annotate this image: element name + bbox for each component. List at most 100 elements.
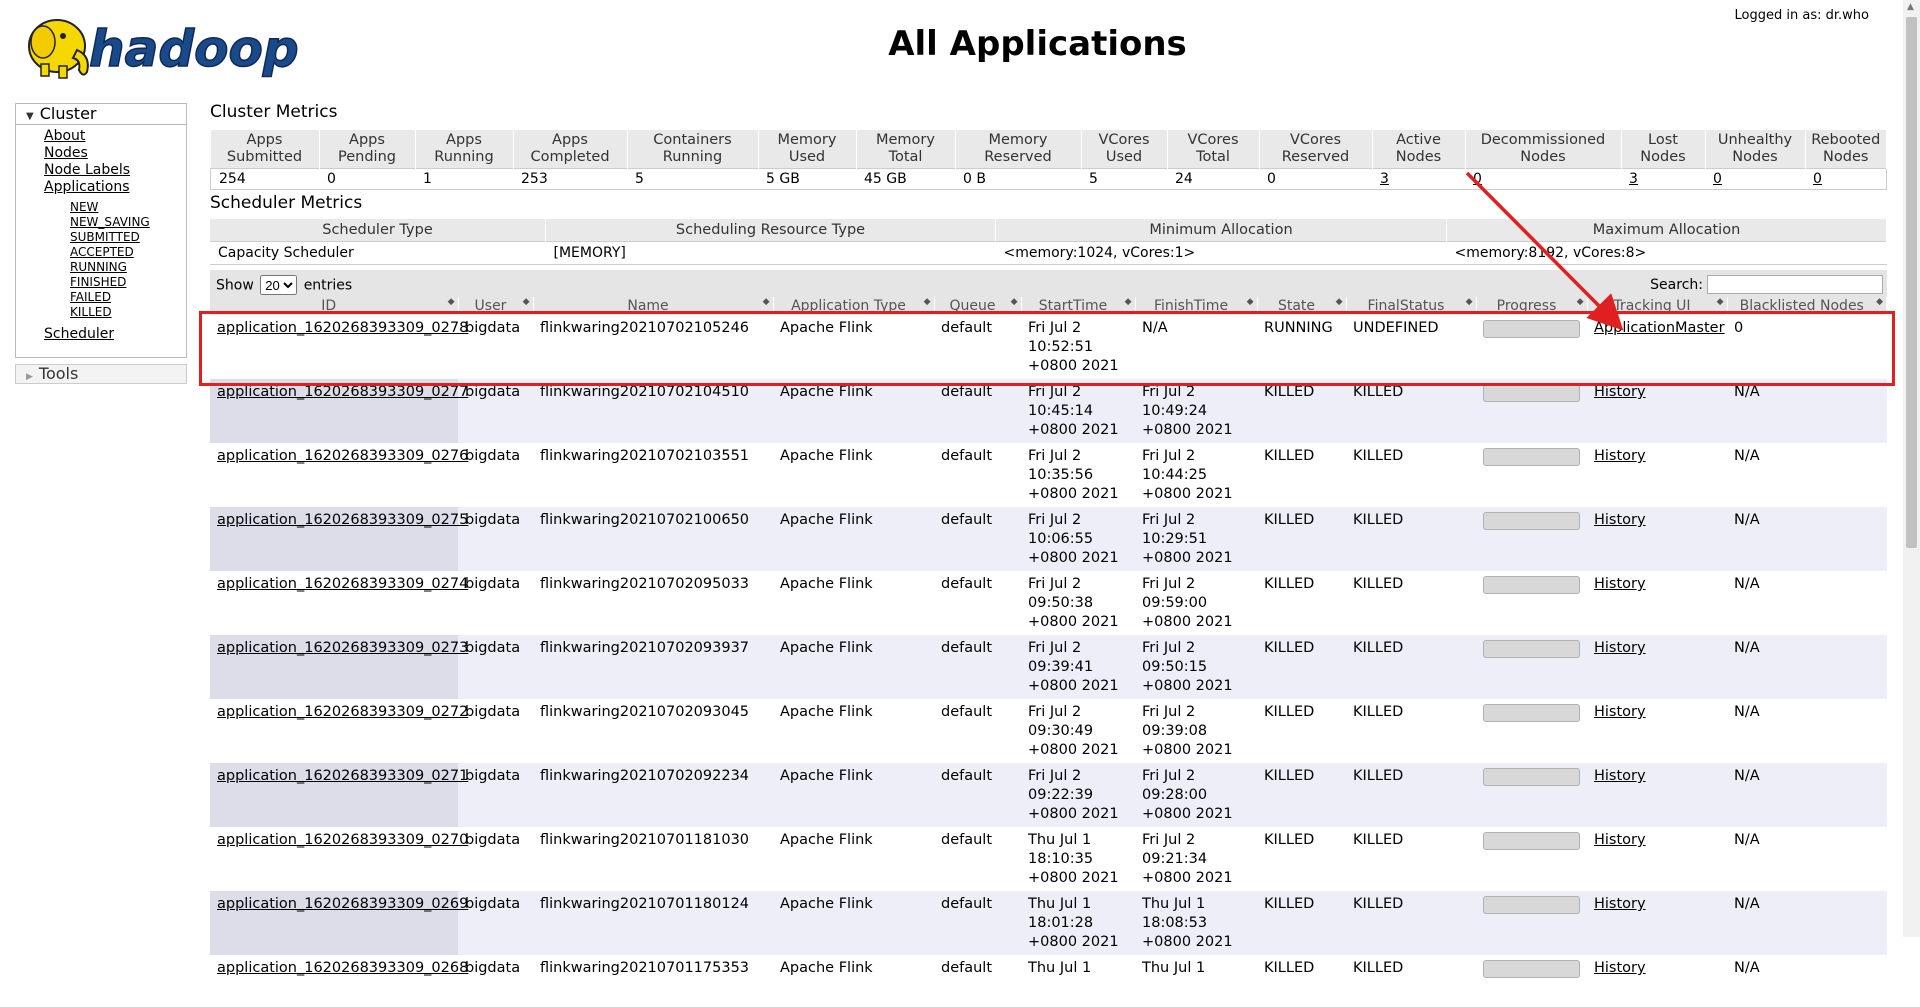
app-id-link[interactable]: application_1620268393309_0272: [217, 704, 468, 720]
tracking-ui-link[interactable]: History: [1594, 640, 1646, 656]
apps-column-header[interactable]: Blacklisted Nodes ◆: [1727, 297, 1887, 315]
app-id-link[interactable]: application_1620268393309_0275: [217, 512, 468, 528]
app-type-cell: Apache Flink: [773, 827, 934, 891]
sort-arrows-icon[interactable]: ◆: [1577, 297, 1584, 307]
nav-nodes-link[interactable]: Nodes: [44, 145, 88, 161]
page-scrollbar[interactable]: ▲: [1903, 0, 1920, 937]
progress-bar: [1483, 640, 1580, 658]
sort-arrows-icon[interactable]: ◆: [523, 297, 530, 307]
scroll-thumb[interactable]: [1906, 17, 1917, 548]
cm-header: VCores Reserved: [1259, 130, 1373, 169]
nav-tools-header[interactable]: ▶ Tools: [15, 364, 187, 384]
nav-state-failed[interactable]: FAILED: [70, 290, 111, 304]
column-label: Application Type: [791, 298, 906, 314]
tracking-ui-link[interactable]: History: [1594, 384, 1646, 400]
app-id-link[interactable]: application_1620268393309_0268: [217, 960, 468, 976]
app-queue-cell: default: [934, 379, 1021, 443]
app-id-link[interactable]: application_1620268393309_0269: [217, 896, 468, 912]
scroll-up-icon[interactable]: ▲: [1907, 2, 1914, 12]
unhealthy-nodes-link[interactable]: 0: [1713, 171, 1722, 187]
tracking-ui-link[interactable]: History: [1594, 512, 1646, 528]
apps-column-header[interactable]: User ◆: [458, 297, 534, 315]
nav-about-link[interactable]: About: [44, 128, 85, 144]
rebooted-nodes-link[interactable]: 0: [1813, 171, 1822, 187]
tracking-ui-link[interactable]: History: [1594, 704, 1646, 720]
apps-column-header[interactable]: FinalStatus ◆: [1346, 297, 1477, 315]
app-id-link[interactable]: application_1620268393309_0278: [217, 320, 468, 336]
column-label: ID: [321, 298, 337, 314]
sort-arrows-icon[interactable]: ◆: [1466, 297, 1473, 307]
entries-select[interactable]: 20: [260, 275, 298, 295]
cm-value: 45 GB: [856, 168, 955, 190]
nav-state-submitted[interactable]: SUBMITTED: [70, 230, 140, 244]
app-id-cell: application_1620268393309_0272: [210, 699, 468, 763]
app-id-link[interactable]: application_1620268393309_0273: [217, 640, 468, 656]
app-id-link[interactable]: application_1620268393309_0274: [217, 576, 468, 592]
app-tracking-cell: ApplicationMaster: [1587, 315, 1727, 379]
app-row: application_1620268393309_0268 bigdata fli…: [210, 955, 1887, 1007]
sort-arrows-icon[interactable]: ◆: [763, 297, 770, 307]
active-nodes-link[interactable]: 3: [1380, 171, 1389, 187]
apps-column-header[interactable]: ID ◆: [210, 297, 459, 315]
cm-value: 24: [1167, 168, 1259, 190]
apps-column-header[interactable]: Application Type ◆: [773, 297, 935, 315]
app-row: application_1620268393309_0271 bigdata fli…: [210, 763, 1887, 827]
app-queue-cell: default: [934, 443, 1021, 507]
nav-state-accepted[interactable]: ACCEPTED: [70, 245, 134, 259]
cm-header: VCores Used: [1081, 130, 1168, 169]
apps-column-header[interactable]: Queue ◆: [934, 297, 1022, 315]
tracking-ui-link[interactable]: History: [1594, 448, 1646, 464]
apps-column-header[interactable]: Name ◆: [533, 297, 774, 315]
app-id-cell: application_1620268393309_0271: [210, 763, 468, 827]
apps-column-header[interactable]: Tracking UI ◆: [1587, 297, 1728, 315]
lost-nodes-link[interactable]: 3: [1629, 171, 1638, 187]
tracking-ui-link[interactable]: History: [1594, 896, 1646, 912]
sort-arrows-icon[interactable]: ◆: [1125, 297, 1132, 307]
tracking-ui-link[interactable]: History: [1594, 832, 1646, 848]
nav-state-killed[interactable]: KILLED: [70, 305, 112, 319]
tracking-ui-link[interactable]: History: [1594, 960, 1646, 976]
sort-arrows-icon[interactable]: ◆: [924, 297, 931, 307]
nav-state-new-saving[interactable]: NEW_SAVING: [70, 215, 150, 229]
search-input[interactable]: [1707, 275, 1883, 294]
nav-scheduler-link[interactable]: Scheduler: [44, 326, 114, 342]
app-id-link[interactable]: application_1620268393309_0270: [217, 832, 468, 848]
sort-arrows-icon[interactable]: ◆: [1876, 297, 1883, 307]
app-tracking-cell: History: [1587, 955, 1727, 1007]
apps-column-header[interactable]: State ◆: [1257, 297, 1347, 315]
tracking-ui-link[interactable]: History: [1594, 576, 1646, 592]
nav-applications-link[interactable]: Applications: [44, 179, 130, 195]
app-id-link[interactable]: application_1620268393309_0277: [217, 384, 468, 400]
nav-state-running[interactable]: RUNNING: [70, 260, 127, 274]
decommissioned-nodes-link[interactable]: 0: [1473, 171, 1482, 187]
app-state-cell: KILLED: [1257, 827, 1346, 891]
apps-column-header[interactable]: FinishTime ◆: [1135, 297, 1258, 315]
app-final-cell: KILLED: [1346, 443, 1476, 507]
nav-cluster-panel: ▼ Cluster About Nodes Node Labels Applica…: [15, 103, 187, 358]
sort-arrows-icon[interactable]: ◆: [1336, 297, 1343, 307]
sort-arrows-icon[interactable]: ◆: [448, 297, 455, 307]
app-name-cell: flinkwaring20210701181030: [533, 827, 773, 891]
nav-state-new[interactable]: NEW: [70, 200, 98, 214]
sort-arrows-icon[interactable]: ◆: [1717, 297, 1724, 307]
tracking-ui-link[interactable]: History: [1594, 768, 1646, 784]
app-tracking-cell: History: [1587, 699, 1727, 763]
show-label: Show: [216, 277, 254, 294]
app-start-cell: Fri Jul 2 09:22:39 +0800 2021: [1021, 763, 1135, 827]
nav-node-labels-link[interactable]: Node Labels: [44, 162, 130, 178]
tracking-ui-link[interactable]: ApplicationMaster: [1594, 320, 1725, 336]
nav-app-states: NEW NEW_SAVING SUBMITTED ACCEPTED RUNNIN…: [44, 200, 186, 320]
apps-column-header[interactable]: Progress ◆: [1476, 297, 1588, 315]
app-id-link[interactable]: application_1620268393309_0276: [217, 448, 468, 464]
sort-arrows-icon[interactable]: ◆: [1247, 297, 1254, 307]
nav-cluster-header[interactable]: ▼ Cluster: [16, 104, 186, 125]
sort-arrows-icon[interactable]: ◆: [1011, 297, 1018, 307]
app-user-cell: bigdata: [458, 955, 533, 1007]
nav-state-finished[interactable]: FINISHED: [70, 275, 126, 289]
entries-label: entries: [303, 277, 353, 294]
app-type-cell: Apache Flink: [773, 507, 934, 571]
sm-header: Minimum Allocation: [995, 219, 1447, 242]
app-final-cell: KILLED: [1346, 763, 1476, 827]
app-id-link[interactable]: application_1620268393309_0271: [217, 768, 468, 784]
apps-column-header[interactable]: StartTime ◆: [1021, 297, 1136, 315]
